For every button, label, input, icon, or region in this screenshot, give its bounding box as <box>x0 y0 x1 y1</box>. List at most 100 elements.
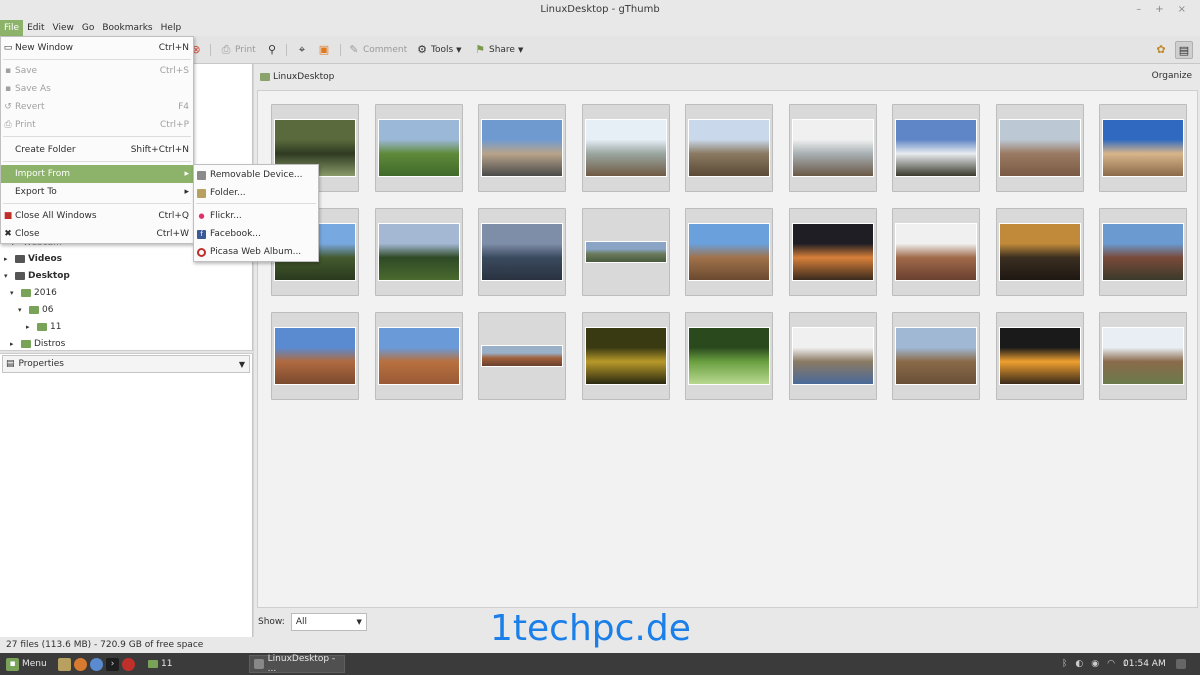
tree-item-distros[interactable]: ▸ Distros <box>10 337 65 351</box>
thumbnail-image <box>1000 328 1080 384</box>
slideshow-button[interactable]: ▣ <box>318 42 330 58</box>
thumbnail-item[interactable] <box>478 104 566 192</box>
thumbnail-item[interactable] <box>996 104 1084 192</box>
submenu-item-picasa[interactable]: Picasa Web Album... <box>194 243 318 261</box>
thumbnail-item[interactable] <box>375 104 463 192</box>
sidebar-toggle-icon[interactable]: ▤ <box>1175 41 1193 59</box>
shield-icon[interactable]: ◐ <box>1075 659 1083 669</box>
bluetooth-icon[interactable]: ᛒ <box>1062 659 1067 669</box>
pencil-icon: ✎ <box>349 43 359 56</box>
thumbnail-item[interactable] <box>582 104 670 192</box>
thumbnail-item[interactable] <box>375 208 463 296</box>
menu-item-new-window[interactable]: ▭ New Window Ctrl+N <box>1 39 193 57</box>
properties-selector[interactable]: ▤ Properties ▼ <box>2 355 250 373</box>
thumbnail-item[interactable] <box>1099 208 1187 296</box>
files-icon[interactable] <box>58 657 71 671</box>
thumbnail-item[interactable] <box>789 208 877 296</box>
thumbnail-item[interactable] <box>1099 312 1187 400</box>
tools-button[interactable]: ⚙ Tools ▼ <box>416 42 462 58</box>
update-icon[interactable]: ◉ <box>1091 659 1099 669</box>
show-desktop-button[interactable] <box>1176 656 1186 672</box>
menu-bookmarks[interactable]: Bookmarks <box>98 20 156 36</box>
thumbnail-item[interactable] <box>892 208 980 296</box>
start-menu-button[interactable]: ▪ Menu <box>6 656 47 672</box>
submenu-arrow-icon: ▸ <box>184 187 189 197</box>
menu-item-save[interactable]: ▪ Save Ctrl+S <box>1 62 193 80</box>
thumbnail-item[interactable] <box>478 208 566 296</box>
menu-help[interactable]: Help <box>157 20 186 36</box>
thumbnail-item[interactable] <box>271 312 359 400</box>
tree-item-desktop[interactable]: ▾ Desktop <box>4 269 70 283</box>
menu-edit[interactable]: Edit <box>23 20 48 36</box>
thumbnail-item[interactable] <box>685 208 773 296</box>
tree-label: Distros <box>34 339 66 349</box>
pane-divider[interactable] <box>0 350 253 354</box>
menu-item-import-from[interactable]: Import From ▸ <box>1 165 193 183</box>
thumbnail-item[interactable] <box>685 312 773 400</box>
minimize-button[interactable]: – <box>1136 0 1141 20</box>
submenu-item-removable-device[interactable]: Removable Device... <box>194 166 318 184</box>
magnifier-icon: ⚲ <box>267 43 277 56</box>
thumbnail-item[interactable] <box>996 208 1084 296</box>
clock[interactable]: 01:54 AM <box>1123 656 1166 672</box>
window-controls: – + × <box>1136 0 1186 20</box>
close-window-button[interactable]: × <box>1178 0 1186 20</box>
firefox-icon[interactable] <box>74 657 87 671</box>
import-from-submenu: Removable Device... Folder... ● Flickr..… <box>193 164 319 262</box>
fit-button[interactable]: ⌖ <box>296 42 308 58</box>
thumbnail-item[interactable] <box>375 312 463 400</box>
submenu-item-facebook[interactable]: f Facebook... <box>194 225 318 243</box>
taskbar-window-label: LinuxDesktop - ... <box>267 654 336 674</box>
organize-button[interactable]: Organize <box>1152 71 1192 81</box>
submenu-item-flickr[interactable]: ● Flickr... <box>194 207 318 225</box>
thumbnail-item[interactable] <box>996 312 1084 400</box>
menu-item-create-folder[interactable]: Create Folder Shift+Ctrl+N <box>1 141 193 159</box>
thumbnail-item[interactable] <box>582 312 670 400</box>
thumbnail-image <box>896 224 976 280</box>
maximize-button[interactable]: + <box>1155 0 1163 20</box>
thumbnail-item[interactable] <box>892 312 980 400</box>
thumbnail-item[interactable] <box>789 312 877 400</box>
taskbar-folder-item[interactable]: 11 <box>148 656 172 672</box>
share-button[interactable]: ⚑ Share ▼ <box>474 42 523 58</box>
thumbnail-item[interactable] <box>1099 104 1187 192</box>
thumbnail-item[interactable] <box>582 208 670 296</box>
show-filter-select[interactable]: All ▼ <box>290 613 367 631</box>
menu-item-save-as[interactable]: ▪ Save As <box>1 80 193 98</box>
vivaldi-icon[interactable] <box>122 657 135 671</box>
tree-item-videos[interactable]: ▸ Videos <box>4 252 62 266</box>
menu-item-close-all-windows[interactable]: ■ Close All Windows Ctrl+Q <box>1 207 193 225</box>
thumbnail-item[interactable] <box>478 312 566 400</box>
menu-view[interactable]: View <box>49 20 78 36</box>
watermark-logo: 1techpc.de <box>490 608 691 649</box>
share-icon: ⚑ <box>475 43 485 56</box>
picasa-icon <box>197 247 206 257</box>
expander-icon: ▾ <box>18 306 22 314</box>
menu-go[interactable]: Go <box>78 20 98 36</box>
thumbnail-image <box>689 224 769 280</box>
menu-file[interactable]: File <box>0 20 24 36</box>
menu-item-close[interactable]: ✖ Close Ctrl+W <box>1 225 193 243</box>
menu-item-revert[interactable]: ↺ Revert F4 <box>1 98 193 116</box>
submenu-label: Folder... <box>210 188 246 198</box>
chromium-icon[interactable] <box>90 657 103 671</box>
thumbnail-item[interactable] <box>685 104 773 192</box>
print-button[interactable]: ⎙ Print <box>220 42 256 58</box>
toolbar-separator <box>286 44 287 56</box>
terminal-icon[interactable]: › <box>106 657 119 671</box>
quick-launch: › <box>58 656 135 672</box>
zoom-button[interactable]: ⚲ <box>266 42 278 58</box>
wifi-icon[interactable]: ◠ <box>1107 659 1115 669</box>
submenu-item-folder[interactable]: Folder... <box>194 184 318 202</box>
menu-item-print[interactable]: ⎙ Print Ctrl+P <box>1 116 193 134</box>
palette-icon[interactable]: ✿ <box>1152 41 1170 59</box>
tree-item-2016[interactable]: ▾ 2016 <box>10 286 57 300</box>
menu-item-export-to[interactable]: Export To ▸ <box>1 183 193 201</box>
thumbnail-item[interactable] <box>789 104 877 192</box>
comment-button[interactable]: ✎ Comment <box>348 42 407 58</box>
thumbnail-item[interactable] <box>892 104 980 192</box>
tree-item-11[interactable]: ▸ 11 <box>26 320 61 334</box>
desktop-icon <box>1176 659 1186 669</box>
taskbar-window-gthumb[interactable]: LinuxDesktop - ... <box>249 654 345 674</box>
tree-item-06[interactable]: ▾ 06 <box>18 303 53 317</box>
